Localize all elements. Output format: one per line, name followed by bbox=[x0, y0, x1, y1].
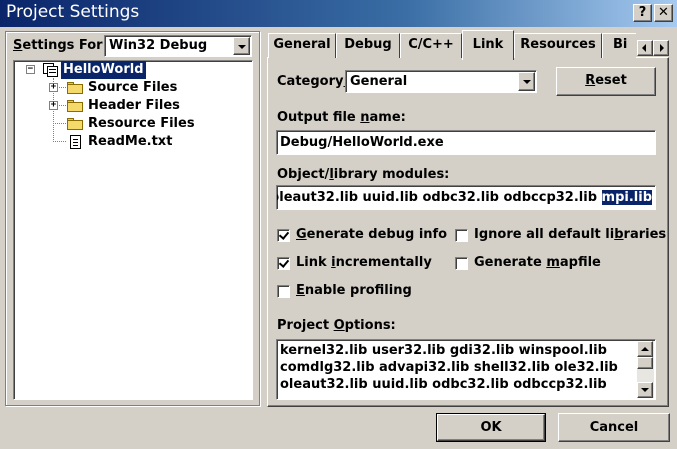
generate-mapfile-label: Generate mapfile bbox=[474, 255, 601, 270]
tree-item-label: Header Files bbox=[88, 98, 180, 113]
tree-item-helloworld[interactable]: − HelloWorld bbox=[14, 61, 244, 79]
tab-debug[interactable]: Debug bbox=[336, 33, 400, 58]
project-icon bbox=[43, 63, 59, 77]
text-file-icon bbox=[70, 135, 81, 149]
window-title: Project Settings bbox=[6, 2, 140, 22]
category-label: Category: bbox=[277, 74, 349, 89]
tree-item-header-files[interactable]: + Header Files bbox=[14, 97, 244, 115]
settings-for-dropdown-button[interactable] bbox=[233, 37, 250, 55]
enable-profiling-label: Enable profiling bbox=[296, 283, 412, 298]
expand-icon[interactable]: + bbox=[49, 101, 58, 110]
project-settings-dialog: Project Settings ? ✕ Settings For: Win32… bbox=[0, 0, 677, 449]
tab-browse-info[interactable]: Bi bbox=[602, 33, 636, 58]
arrow-right-icon bbox=[660, 44, 664, 52]
tree-item-readme[interactable]: ReadMe.txt bbox=[14, 133, 244, 151]
project-tree[interactable]: − HelloWorld + Source Files + Header Fil… bbox=[13, 60, 253, 400]
scroll-up-button[interactable] bbox=[637, 341, 653, 357]
settings-for-value: Win32 Debug bbox=[109, 38, 208, 53]
tab-cpp[interactable]: C/C++ bbox=[400, 33, 462, 58]
generate-mapfile-checkbox[interactable] bbox=[455, 257, 468, 270]
chevron-down-icon bbox=[523, 80, 531, 84]
link-incrementally-label: Link incrementally bbox=[296, 255, 432, 270]
modules-input[interactable]: 32.lib oleaut32.lib uuid.lib odbc32.lib … bbox=[276, 185, 656, 210]
enable-profiling-checkbox[interactable] bbox=[277, 285, 290, 298]
settings-for-label: Settings For: bbox=[13, 38, 108, 53]
ignore-default-libraries-checkbox[interactable] bbox=[455, 229, 468, 242]
tree-item-resource-files[interactable]: Resource Files bbox=[14, 115, 244, 133]
scroll-thumb[interactable] bbox=[637, 357, 653, 369]
close-button[interactable]: ✕ bbox=[654, 4, 673, 22]
tab-scroll-right-button[interactable] bbox=[653, 40, 669, 56]
scroll-down-button[interactable] bbox=[637, 382, 653, 398]
category-dropdown-button[interactable] bbox=[518, 72, 535, 91]
options-scrollbar[interactable] bbox=[637, 341, 654, 398]
cancel-button[interactable]: Cancel bbox=[558, 413, 670, 442]
arrow-left-icon bbox=[642, 44, 646, 52]
ignore-default-libraries-label: Ignore all default libraries bbox=[474, 227, 667, 242]
output-file-input[interactable]: Debug/HelloWorld.exe bbox=[276, 130, 656, 155]
collapse-icon[interactable]: − bbox=[26, 65, 35, 74]
tree-item-label: HelloWorld bbox=[61, 61, 146, 79]
modules-label: Object/library modules: bbox=[277, 167, 450, 182]
tab-resources[interactable]: Resources bbox=[514, 33, 602, 58]
expand-icon[interactable]: + bbox=[49, 83, 58, 92]
title-bar: Project Settings ? ✕ bbox=[0, 0, 677, 27]
generate-debug-info-checkbox[interactable] bbox=[277, 229, 290, 242]
category-combo[interactable]: General bbox=[345, 70, 537, 93]
tree-item-label: ReadMe.txt bbox=[88, 134, 173, 149]
reset-button[interactable]: Reset bbox=[556, 67, 656, 96]
tab-link[interactable]: Link bbox=[462, 30, 514, 60]
chevron-down-icon bbox=[238, 45, 246, 49]
arrow-down-icon bbox=[641, 388, 649, 392]
output-file-label: Output file name: bbox=[277, 110, 406, 125]
category-value: General bbox=[350, 74, 408, 89]
tree-item-source-files[interactable]: + Source Files bbox=[14, 79, 244, 97]
project-options-text: kernel32.lib user32.lib gdi32.lib winspo… bbox=[280, 343, 618, 392]
tab-general[interactable]: General bbox=[268, 33, 336, 58]
tree-item-label: Resource Files bbox=[88, 116, 195, 131]
output-file-value: Debug/HelloWorld.exe bbox=[280, 135, 444, 150]
tab-scroll-left-button[interactable] bbox=[637, 40, 653, 56]
arrow-up-icon bbox=[641, 347, 649, 351]
ok-button[interactable]: OK bbox=[437, 414, 545, 441]
project-options-label: Project Options: bbox=[277, 318, 396, 333]
modules-selection: mpi.lib bbox=[601, 190, 652, 205]
help-button[interactable]: ? bbox=[633, 4, 652, 22]
modules-value: 32.lib oleaut32.lib uuid.lib odbc32.lib … bbox=[276, 190, 652, 205]
tree-item-label: Source Files bbox=[88, 80, 178, 95]
project-options-textarea[interactable]: kernel32.lib user32.lib gdi32.lib winspo… bbox=[276, 339, 656, 400]
folder-icon bbox=[67, 118, 83, 130]
link-incrementally-checkbox[interactable] bbox=[277, 257, 290, 270]
settings-for-combo[interactable]: Win32 Debug bbox=[104, 35, 252, 57]
generate-debug-info-label: Generate debug info bbox=[296, 227, 448, 242]
folder-icon bbox=[67, 100, 83, 112]
folder-icon bbox=[67, 82, 83, 94]
ok-button-focus-frame: OK bbox=[436, 413, 546, 442]
